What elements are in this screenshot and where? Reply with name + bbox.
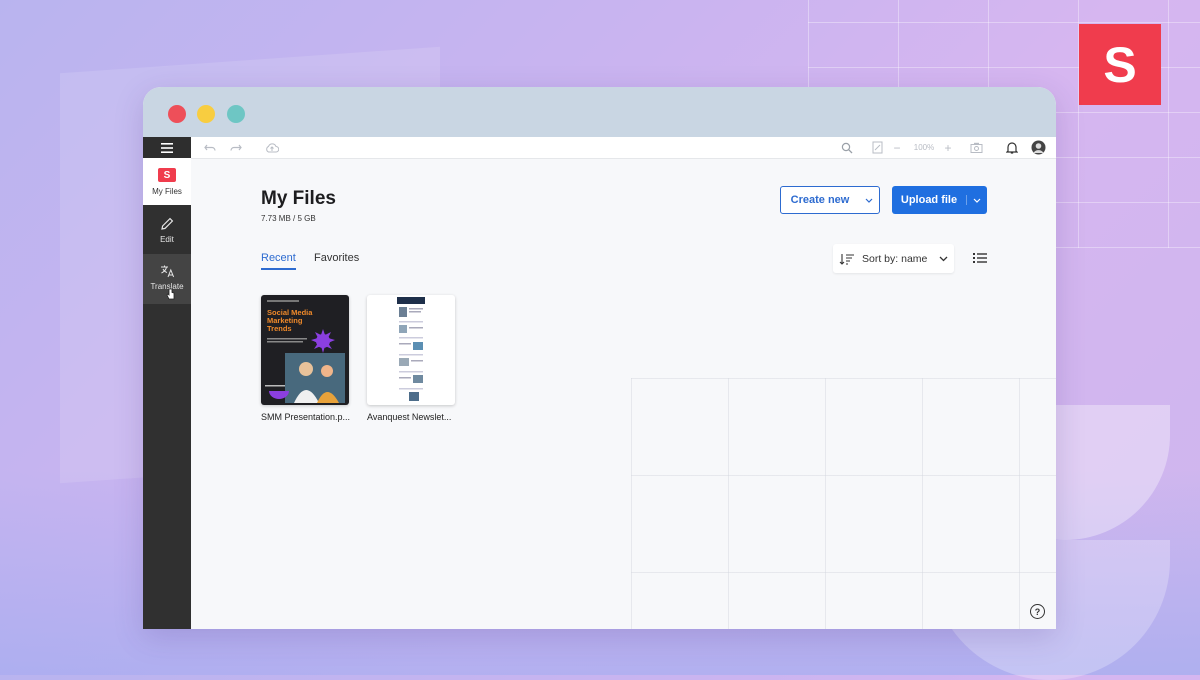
sort-label: Sort by: name [862, 252, 928, 265]
file-name: SMM Presentation.p... [261, 412, 351, 422]
file-thumbnail[interactable] [367, 295, 455, 405]
window-titlebar [143, 87, 1056, 137]
menu-icon[interactable] [143, 137, 191, 158]
page-title: My Files [261, 188, 336, 209]
sidebar-item-edit[interactable]: Edit [143, 207, 191, 253]
upload-file-label: Upload file [900, 194, 958, 206]
translate-icon [160, 265, 174, 278]
app-window: − 100% + S My Files Edit Translate My Fi… [143, 87, 1056, 629]
sort-dropdown[interactable]: Sort by: name [833, 244, 954, 273]
background-grid [631, 378, 1056, 629]
cloud-upload-icon[interactable] [264, 139, 280, 156]
window-close-button[interactable] [168, 105, 186, 123]
storage-usage: 7.73 MB / 5 GB [261, 214, 316, 223]
window-maximize-button[interactable] [227, 105, 245, 123]
sidebar: S My Files Edit Translate [143, 158, 191, 629]
chevron-down-icon [939, 256, 948, 261]
zoom-out-icon[interactable]: − [892, 139, 902, 156]
main-content: My Files 7.73 MB / 5 GB Create new Uploa… [191, 158, 1056, 629]
redo-icon[interactable] [229, 139, 243, 156]
file-thumbnail[interactable]: Social Media Marketing Trends [261, 295, 349, 405]
sidebar-item-my-files[interactable]: S My Files [143, 158, 191, 205]
cursor-icon [166, 288, 175, 300]
page-icon[interactable] [870, 139, 884, 156]
search-icon[interactable] [840, 139, 854, 156]
window-minimize-button[interactable] [197, 105, 215, 123]
sidebar-item-label: My Files [152, 187, 182, 196]
help-icon[interactable]: ? [1030, 604, 1045, 619]
camera-icon[interactable] [969, 139, 983, 156]
file-card[interactable]: Social Media Marketing Trends SMM Presen… [261, 295, 351, 422]
tab-recent[interactable]: Recent [261, 252, 296, 270]
sort-icon [839, 253, 854, 265]
logo-icon: S [158, 168, 176, 182]
sidebar-item-label: Edit [160, 235, 174, 244]
upload-file-button[interactable]: Upload file [892, 186, 987, 214]
brand-logo: S [1079, 24, 1161, 105]
undo-icon[interactable] [203, 139, 217, 156]
zoom-level: 100% [913, 143, 935, 152]
tab-favorites[interactable]: Favorites [314, 252, 359, 264]
newsletter-preview [397, 297, 425, 401]
create-new-button[interactable]: Create new [780, 186, 880, 214]
list-view-icon[interactable] [973, 252, 987, 264]
file-name: Avanquest Newslet... [367, 412, 452, 422]
chevron-down-icon[interactable] [859, 195, 879, 205]
bell-icon[interactable] [1005, 139, 1019, 156]
create-new-label: Create new [790, 194, 850, 206]
file-card[interactable]: Avanquest Newslet... [367, 295, 455, 422]
avatar[interactable] [1030, 139, 1046, 156]
zoom-in-icon[interactable]: + [943, 139, 953, 156]
chevron-down-icon[interactable] [966, 195, 987, 205]
toolbar: − 100% + [143, 137, 1056, 159]
presentation-artwork [265, 300, 345, 403]
pencil-icon [161, 217, 174, 230]
